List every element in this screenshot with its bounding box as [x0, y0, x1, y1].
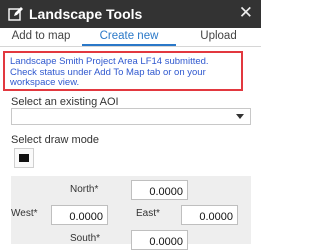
east-label: East* [136, 208, 160, 219]
rectangle-draw-icon [19, 154, 29, 162]
tab-upload[interactable]: Upload [176, 28, 261, 46]
west-input[interactable] [51, 205, 108, 225]
coordinate-panel: North* West* East* South* [11, 176, 251, 250]
east-input[interactable] [181, 205, 238, 225]
south-input[interactable] [131, 230, 188, 250]
north-label: North* [70, 184, 99, 195]
aoi-select-label: Select an existing AOI [11, 96, 119, 108]
north-input[interactable] [131, 180, 188, 200]
draw-mode-label: Select draw mode [11, 134, 100, 146]
south-label: South* [70, 233, 101, 244]
rectangle-draw-button[interactable] [14, 148, 34, 168]
close-icon[interactable]: ✕ [239, 4, 253, 22]
tab-add-to-map[interactable]: Add to map [0, 28, 82, 46]
west-label: West* [11, 208, 38, 219]
tab-create-new[interactable]: Create new [82, 28, 176, 46]
window-title: Landscape Tools [29, 6, 143, 22]
chevron-down-icon [236, 114, 244, 119]
window-titlebar: Landscape Tools ✕ [0, 0, 261, 29]
submission-message: Landscape Smith Project Area LF14 submit… [3, 51, 243, 91]
pencil-edit-icon [8, 7, 23, 21]
tab-bar: Add to map Create new Upload [0, 28, 261, 47]
aoi-select[interactable] [11, 108, 251, 125]
